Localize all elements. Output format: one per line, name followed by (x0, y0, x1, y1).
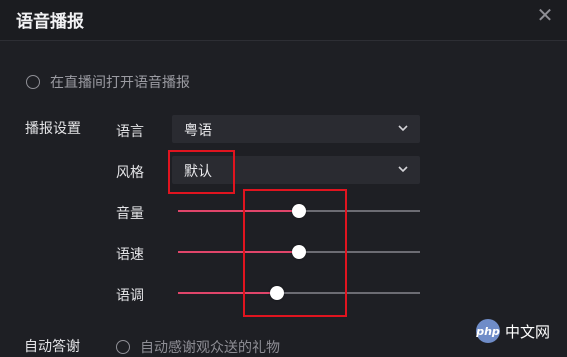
speed-label: 语速 (116, 247, 144, 263)
language-value: 粤语 (184, 123, 212, 139)
pitch-slider-fill (178, 292, 278, 294)
chevron-down-icon (398, 166, 408, 173)
section-label: 播报设置 (25, 121, 81, 137)
dialog-title: 语音播报 (16, 12, 84, 32)
pitch-label: 语调 (116, 288, 144, 304)
speed-slider[interactable] (178, 245, 420, 259)
pitch-slider[interactable] (178, 286, 420, 300)
volume-slider[interactable] (178, 204, 420, 218)
live-broadcast-radio[interactable] (26, 75, 40, 89)
volume-label: 音量 (116, 206, 144, 222)
watermark: php 中文网 (476, 318, 562, 344)
close-icon[interactable]: ✕ (535, 5, 555, 25)
style-value: 默认 (184, 164, 212, 180)
title-bar: 语音播报 ✕ (0, 0, 567, 41)
watermark-text: 中文网 (505, 322, 551, 341)
style-select[interactable]: 默认 (172, 156, 420, 184)
watermark-logo: php (476, 319, 500, 343)
speed-slider-thumb[interactable] (292, 245, 306, 259)
pitch-slider-thumb[interactable] (270, 286, 285, 300)
language-label: 语言 (116, 124, 144, 140)
auto-thanks-option-label: 自动感谢观众送的礼物 (140, 340, 280, 356)
volume-slider-thumb[interactable] (292, 204, 306, 218)
auto-thanks-label: 自动答谢 (24, 339, 80, 355)
auto-thanks-option[interactable]: 自动感谢观众送的礼物 (116, 337, 280, 357)
language-select[interactable]: 粤语 (172, 115, 420, 143)
live-broadcast-label: 在直播间打开语音播报 (50, 75, 190, 91)
live-broadcast-option[interactable]: 在直播间打开语音播报 (26, 72, 190, 92)
auto-thanks-radio[interactable] (116, 340, 130, 354)
speed-slider-fill (178, 251, 299, 253)
chevron-down-icon (398, 125, 408, 132)
volume-slider-fill (178, 210, 299, 212)
style-label: 风格 (116, 165, 144, 181)
